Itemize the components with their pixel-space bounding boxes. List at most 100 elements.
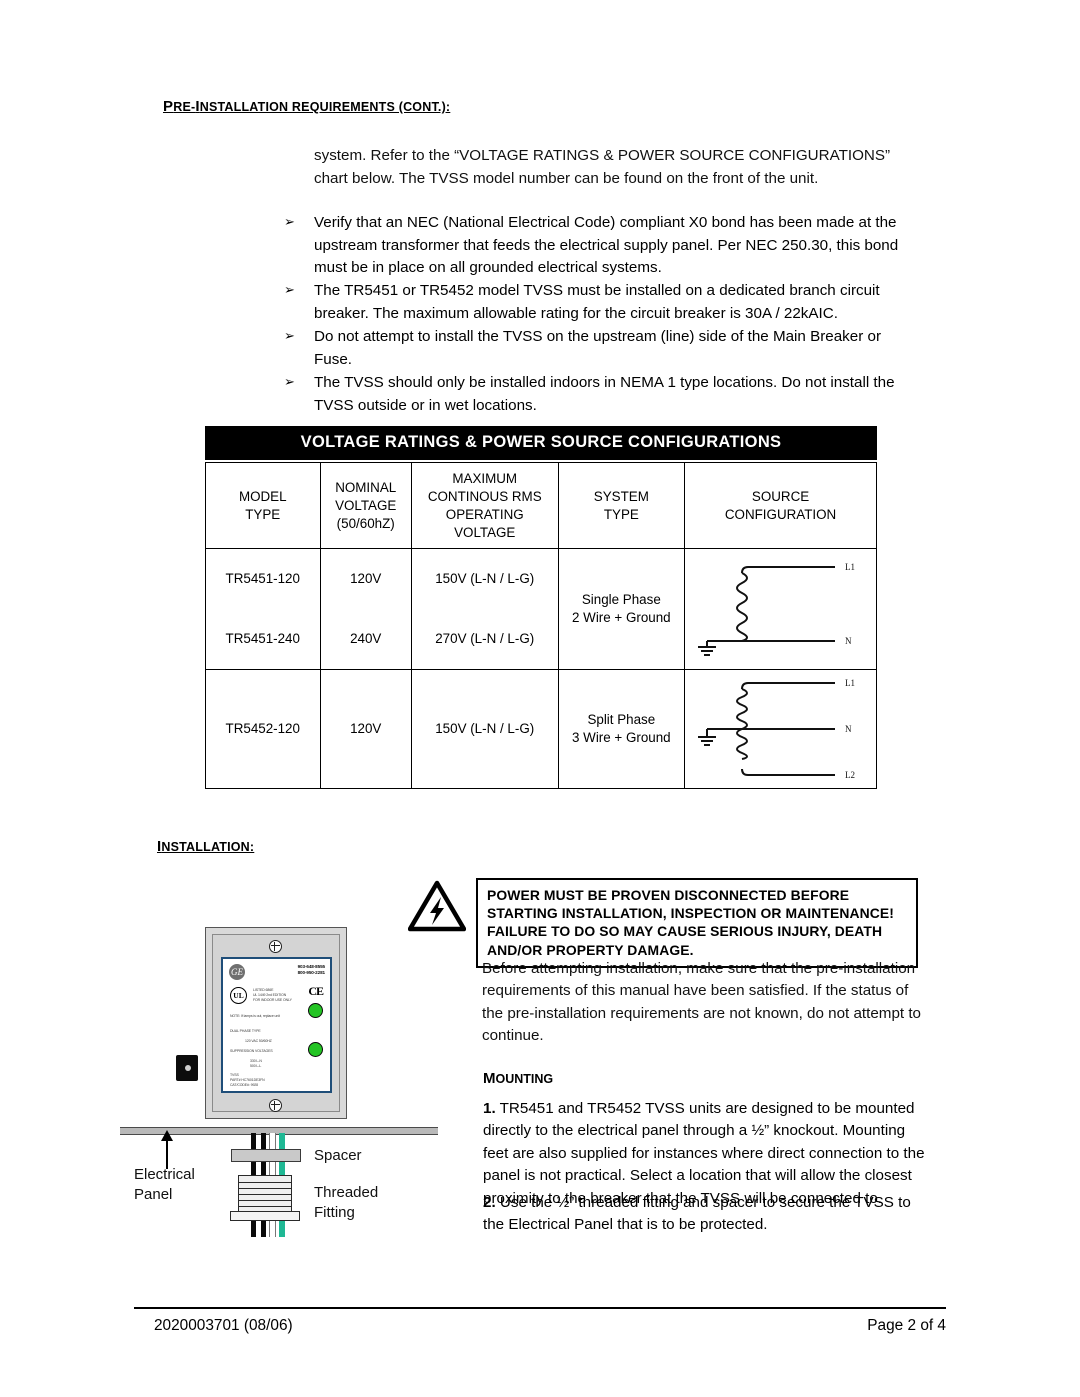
header-line: NOMINAL	[335, 479, 397, 495]
label-microtext: NOTE: If lamps is out, replace unit	[230, 1014, 280, 1018]
split-phase-diagram: L1 N L2	[698, 678, 855, 780]
footer-page-number: Page 2 of 4	[867, 1317, 946, 1334]
column-header-system-type: SYSTEM TYPE	[557, 462, 686, 549]
callout-line: Threaded	[314, 1184, 379, 1201]
bullet-arrow-icon: ➢	[284, 215, 295, 230]
requirement-bullet: ➢ The TR5451 or TR5452 model TVSS must b…	[284, 280, 919, 325]
bullet-text: The TVSS should only be installed indoor…	[314, 374, 895, 414]
fitting-flange	[230, 1211, 300, 1221]
cell-source-configuration: L1 N	[684, 548, 877, 670]
label-microtext: SUPPRESSION VOLTAGES	[230, 1049, 273, 1053]
device-label: GE 903-648-8555 800-950-2281 CE UL LISTE…	[221, 957, 332, 1093]
column-header-nominal-voltage: NOMINAL VOLTAGE (50/60hZ)	[319, 462, 412, 549]
cell-system-type: Split Phase 3 Wire + Ground	[557, 669, 686, 789]
callout-line: Electrical	[134, 1166, 195, 1183]
header-line: SYSTEM	[593, 488, 649, 504]
bullet-text: Verify that an NEC (National Electrical …	[314, 214, 899, 277]
requirement-bullet: ➢ Do not attempt to install the TVSS on …	[284, 326, 919, 371]
bullet-arrow-icon: ➢	[284, 375, 295, 390]
cell-nominal-voltage: 120V	[319, 669, 412, 789]
spacer-part	[231, 1149, 301, 1162]
diagram-label-n: N	[845, 636, 852, 646]
header-line: VOLTAGE	[335, 497, 397, 513]
system-type-line: 2 Wire + Ground	[572, 610, 671, 625]
panel-pointer-arrow-icon	[161, 1130, 173, 1141]
header-line: CONTINOUS RMS	[427, 488, 542, 504]
warning-line: STARTING INSTALLATION, INSPECTION OR MAI…	[487, 905, 894, 922]
header-line: MODEL	[238, 488, 287, 504]
mounting-heading-text-rest: OUNTING	[495, 1072, 554, 1086]
bullet-arrow-icon: ➢	[284, 283, 295, 298]
requirement-bullet: ➢ The TVSS should only be installed indo…	[284, 372, 919, 417]
cell-nominal-voltage: 120V	[319, 548, 412, 609]
phillips-screw-icon	[269, 940, 282, 953]
header-line: TYPE	[245, 506, 281, 522]
footer-document-number: 2020003701 (08/06)	[154, 1317, 293, 1334]
threaded-fitting-part	[238, 1175, 292, 1213]
diagram-label-l1: L1	[845, 678, 855, 688]
column-header-maximum-voltage: MAXIMUM CONTINOUS RMS OPERATING VOLTAGE	[410, 462, 559, 549]
pre-installation-heading-text-p: P	[163, 98, 174, 115]
diagram-label-l1: L1	[845, 562, 855, 572]
warning-line: FAILURE TO DO SO MAY CAUSE SERIOUS INJUR…	[487, 923, 883, 940]
header-line: TYPE	[603, 506, 639, 522]
label-microtext: FOR INDOOR USE ONLY	[253, 998, 292, 1002]
header-line: VOLTAGE	[454, 524, 516, 540]
cell-nominal-voltage: 240V	[319, 609, 412, 670]
intro-paragraph: system. Refer to the “VOLTAGE RATINGS & …	[314, 147, 891, 187]
phillips-screw-icon	[269, 1099, 282, 1112]
header-line: (50/60hZ)	[336, 515, 395, 531]
footer-divider	[134, 1307, 946, 1309]
cell-maximum-voltage: 270V (L-N / L-G)	[410, 609, 559, 670]
system-type-line: Split Phase	[587, 712, 656, 727]
table-row: TR5452-120 120V 150V (L-N / L-G) Split P…	[205, 669, 877, 789]
requirement-bullet: ➢ Verify that an NEC (National Electrica…	[284, 212, 919, 280]
label-microtext: 500 L-L	[250, 1064, 262, 1068]
mounting-heading: MOUNTING	[483, 1070, 553, 1088]
installation-heading-text-rest: NSTALLATION:	[161, 840, 255, 854]
system-type-line: 3 Wire + Ground	[572, 730, 671, 745]
document-page: PRE-INSTALLATION REQUIREMENTS (CONT.): s…	[0, 0, 1080, 1397]
header-line: CONFIGURATION	[724, 506, 837, 522]
warning-line: POWER MUST BE PROVEN DISCONNECTED BEFORE	[487, 887, 850, 903]
bullet-text: The TR5451 or TR5452 model TVSS must be …	[314, 282, 880, 322]
installation-heading: INSTALLATION:	[157, 838, 254, 856]
cell-maximum-voltage: 150V (L-N / L-G)	[410, 669, 559, 789]
pre-installation-heading-text-re: RE-	[173, 100, 196, 114]
ul-listed-icon: UL	[230, 987, 247, 1004]
diagram-label-l2: L2	[845, 770, 855, 780]
table-row: TR5451-120 120V 150V (L-N / L-G) Single …	[205, 548, 877, 670]
single-phase-diagram: L1 N	[698, 562, 855, 656]
bullet-arrow-icon: ➢	[284, 329, 295, 344]
callout-line: Fitting	[314, 1203, 355, 1221]
ge-logo: GE	[229, 964, 245, 980]
cell-source-configuration: L1 N L2	[684, 669, 877, 789]
cell-model-type: TR5452-120	[205, 669, 321, 789]
callout-electrical-panel: Electrical Panel	[134, 1165, 195, 1204]
cell-maximum-voltage: 150V (L-N / L-G)	[410, 548, 559, 609]
status-led-indicator	[308, 1003, 323, 1018]
callout-line: Panel	[134, 1185, 173, 1203]
mounting-step: 2. Use the ½” threaded fitting and space…	[483, 1192, 925, 1237]
table-header-row: MODEL TYPE NOMINAL VOLTAGE (50/60hZ) MAX…	[205, 462, 877, 549]
pre-installation-heading: PRE-INSTALLATION REQUIREMENTS (CONT.):	[163, 98, 450, 116]
voltage-ratings-table: VOLTAGE RATINGS & POWER SOURCE CONFIGURA…	[205, 426, 877, 789]
step-number: 2.	[483, 1194, 496, 1211]
column-header-source-configuration: SOURCE CONFIGURATION	[684, 462, 877, 549]
label-microtext: DUAL PHASE TYPE	[230, 1029, 261, 1033]
label-microtext: CAT/CODE#: 9928	[230, 1083, 259, 1087]
diagram-label-n: N	[845, 724, 852, 734]
pre-installation-heading-text-rest: NSTALLATION REQUIREMENTS (CONT.):	[199, 100, 451, 114]
support-phone-numbers: 903-648-8555 800-950-2281	[297, 964, 326, 977]
callout-spacer: Spacer	[314, 1147, 362, 1164]
phone-number-2: 800-950-2281	[297, 970, 326, 976]
step-number: 1.	[483, 1100, 496, 1117]
callout-threaded-fitting: Threaded Fitting	[314, 1183, 378, 1222]
header-line: MAXIMUM	[452, 470, 518, 486]
ce-mark-icon: CE	[308, 984, 324, 998]
warning-line: AND/OR PROPERTY DAMAGE.	[487, 941, 694, 958]
mounting-heading-text-m: M	[483, 1070, 496, 1087]
header-line: OPERATING	[445, 506, 524, 522]
label-microtext: 120 VAC 50/60HZ	[245, 1039, 272, 1043]
bullet-text: Do not attempt to install the TVSS on th…	[314, 328, 882, 368]
